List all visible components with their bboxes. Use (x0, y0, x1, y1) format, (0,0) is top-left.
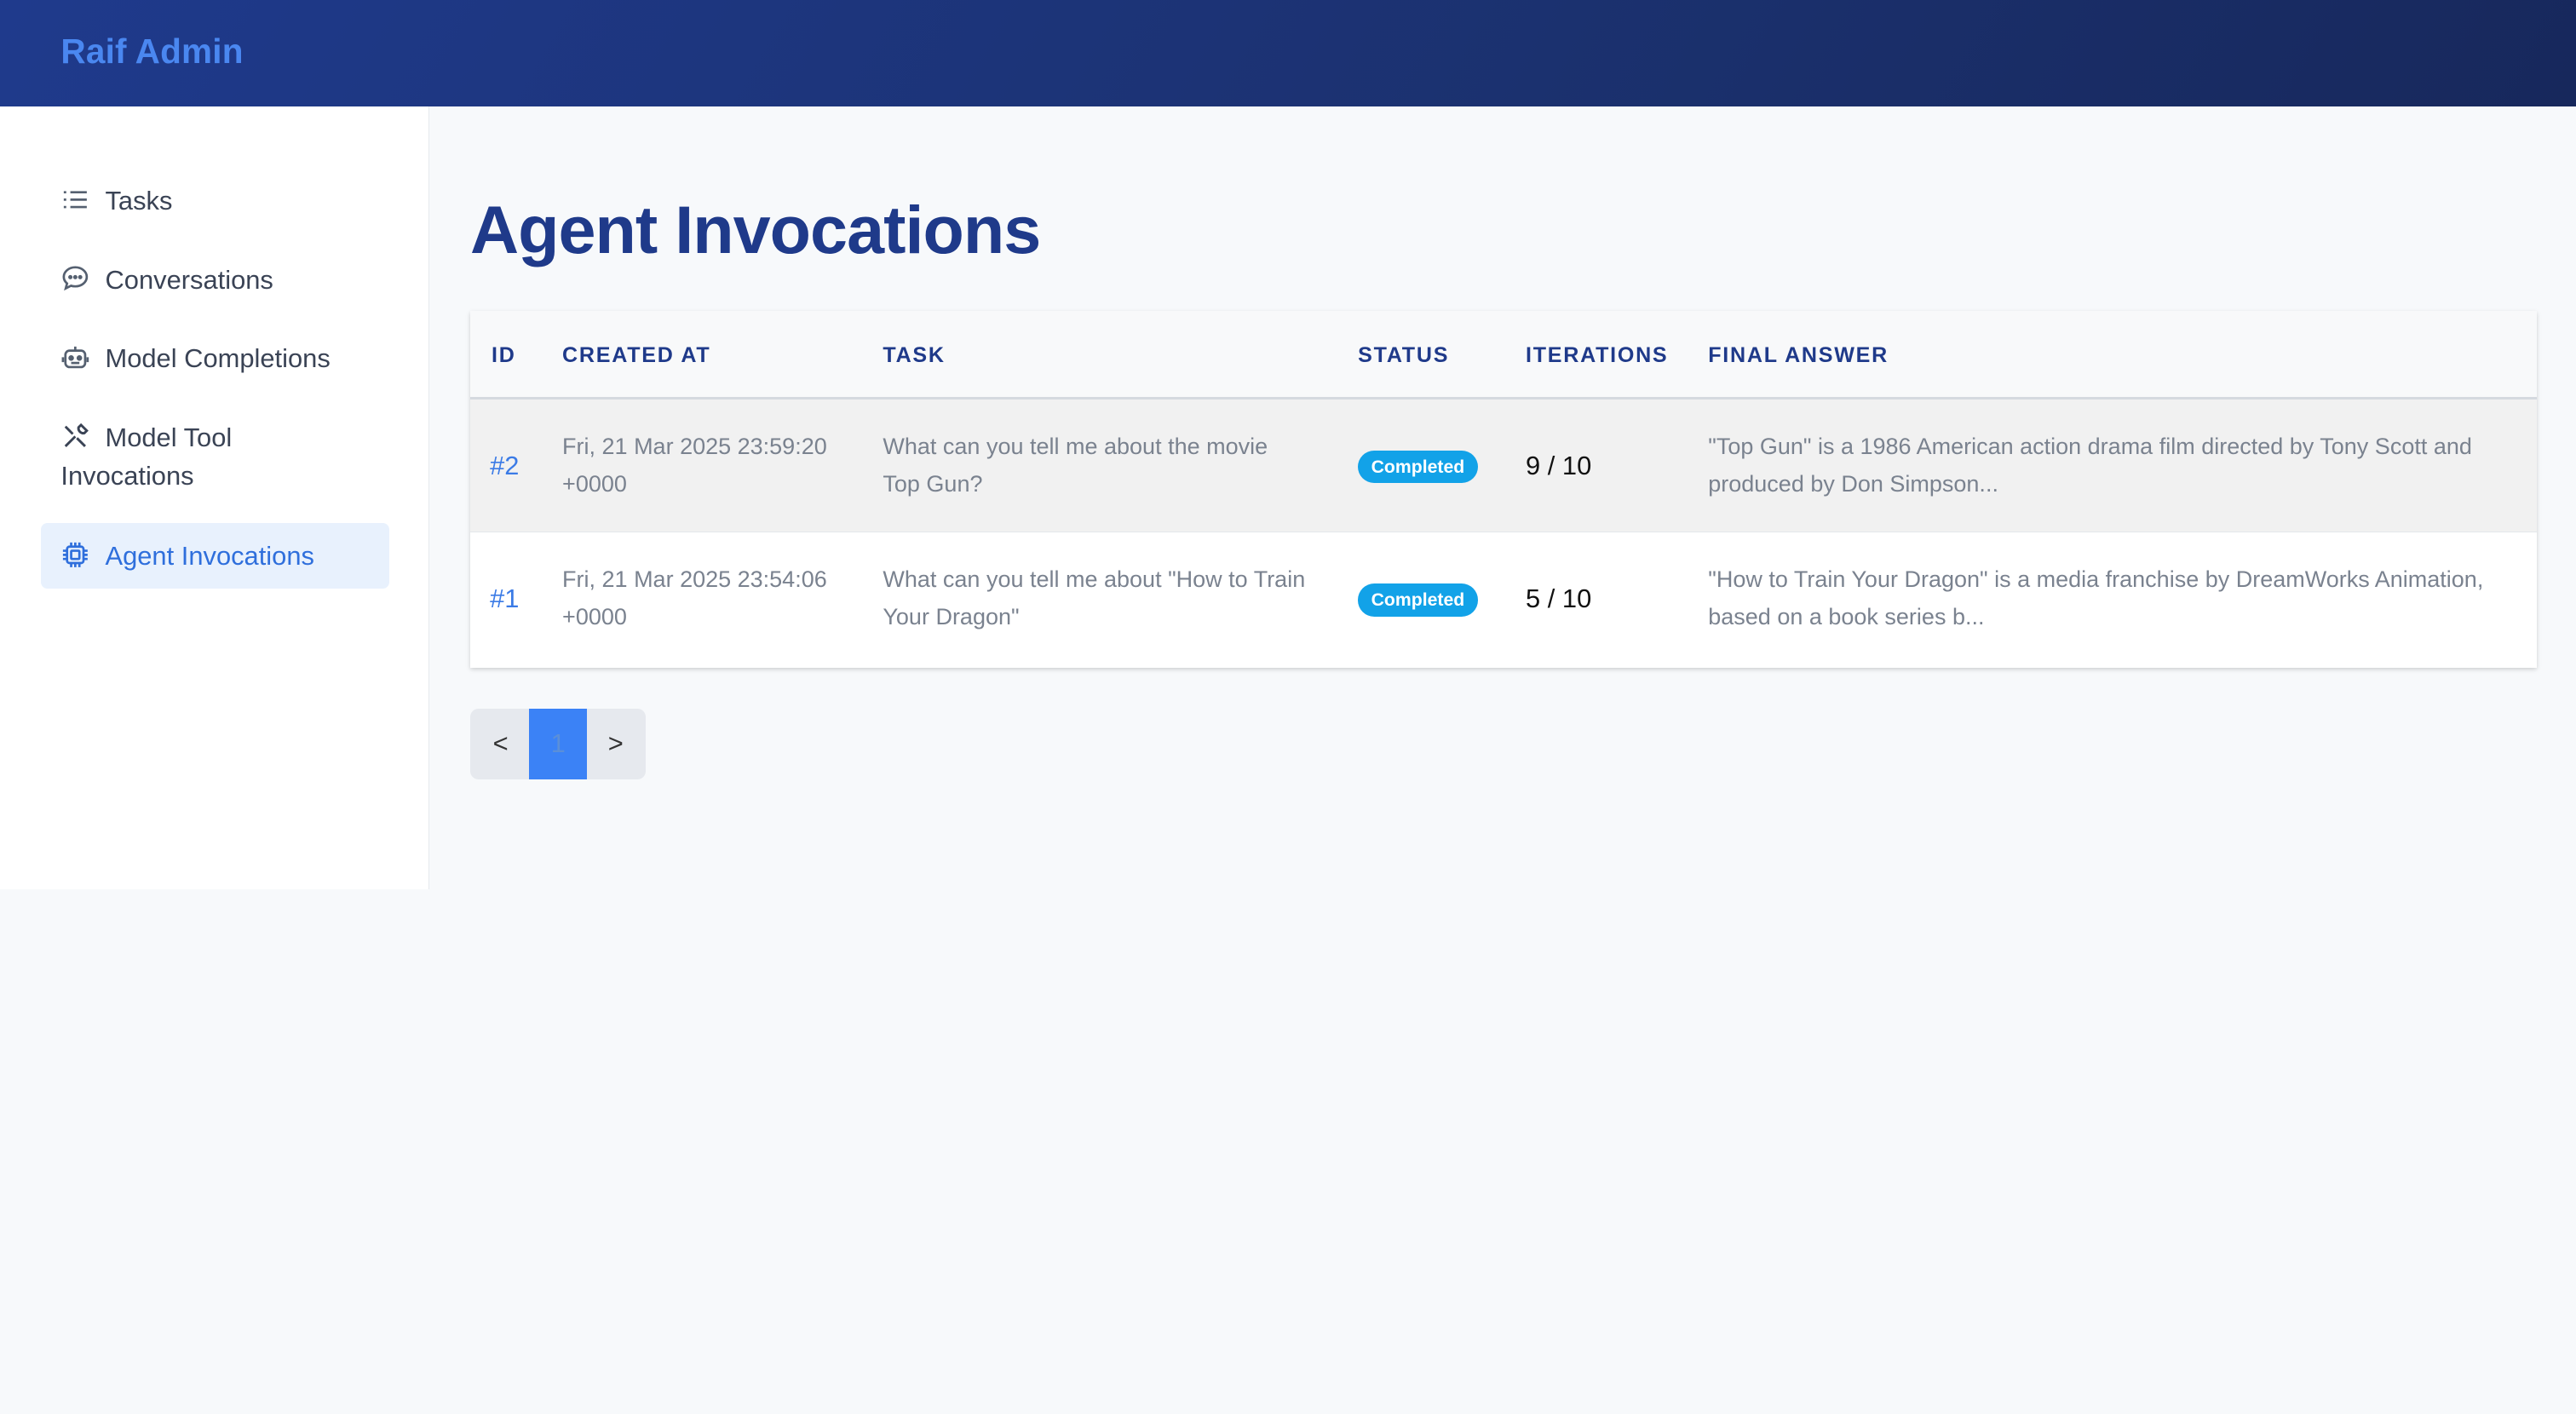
sidebar-item-agent-invocations[interactable]: Agent Invocations (41, 522, 390, 589)
row-task: What can you tell me about "How to Train… (883, 566, 1306, 630)
chat-bubble-icon (60, 263, 90, 293)
sidebar-item-label-line1: Model Tool (105, 422, 233, 453)
column-header-task[interactable]: TASK (883, 343, 945, 368)
column-header-final-answer[interactable]: FINAL ANSWER (1708, 343, 1889, 368)
row-iterations: 5 / 10 (1526, 583, 1592, 614)
brand-logo-text[interactable]: Raif Admin (60, 32, 243, 72)
robot-icon (60, 342, 90, 372)
chip-icon (60, 540, 90, 570)
sidebar-item-label-line2: Invocations (60, 460, 194, 491)
list-icon (60, 185, 90, 215)
sidebar-item-label: Conversations (105, 264, 273, 295)
row-final-answer: "How to Train Your Dragon" is a media fr… (1708, 566, 2484, 630)
column-header-status[interactable]: STATUS (1358, 343, 1449, 368)
column-header-created-at[interactable]: CREATED AT (562, 343, 710, 368)
row-created-at: Fri, 21 Mar 2025 23:54:06 +0000 (562, 566, 827, 630)
table-row[interactable]: #2 Fri, 21 Mar 2025 23:59:20 +0000 What c… (469, 399, 2537, 533)
column-header-iterations[interactable]: ITERATIONS (1526, 343, 1668, 368)
sidebar-item-tasks[interactable]: Tasks (41, 182, 389, 220)
row-id-link[interactable]: #1 (490, 580, 519, 618)
sidebar: Tasks Conversations Model Completions Mo… (0, 106, 429, 890)
column-header-id[interactable]: ID (492, 343, 516, 368)
tools-icon (60, 422, 90, 451)
status-badge: Completed (1358, 450, 1478, 484)
sidebar-item-model-completions[interactable]: Model Completions (41, 340, 389, 377)
row-iterations: 9 / 10 (1526, 450, 1592, 480)
row-task: What can you tell me about the movie Top … (883, 433, 1268, 497)
top-header: Raif Admin (0, 0, 2576, 107)
sidebar-item-label: Agent Invocations (105, 541, 314, 572)
page-title: Agent Invocations (469, 191, 1041, 267)
row-id-link[interactable]: #2 (490, 447, 519, 485)
sidebar-item-label: Tasks (105, 186, 173, 216)
sidebar-item-model-tool-invocations[interactable]: Model Tool Invocations (41, 419, 389, 495)
row-final-answer: "Top Gun" is a 1986 American action dram… (1708, 433, 2472, 497)
sidebar-item-conversations[interactable]: Conversations (41, 262, 389, 299)
invocations-table: ID CREATED AT TASK STATUS ITERATIONS FIN… (469, 310, 2537, 668)
pagination-next-button[interactable]: > (587, 709, 645, 779)
sidebar-item-label: Model Completions (105, 343, 331, 374)
pagination-page-1[interactable]: 1 (529, 708, 587, 779)
table-row[interactable]: #1 Fri, 21 Mar 2025 23:54:06 +0000 What c… (469, 532, 2537, 666)
pagination-prev-button[interactable]: < (472, 709, 530, 779)
pagination: < 1 > (469, 708, 647, 779)
status-badge: Completed (1358, 583, 1478, 617)
row-created-at: Fri, 21 Mar 2025 23:59:20 +0000 (562, 433, 827, 497)
table-header: ID CREATED AT TASK STATUS ITERATIONS FIN… (469, 310, 2537, 399)
